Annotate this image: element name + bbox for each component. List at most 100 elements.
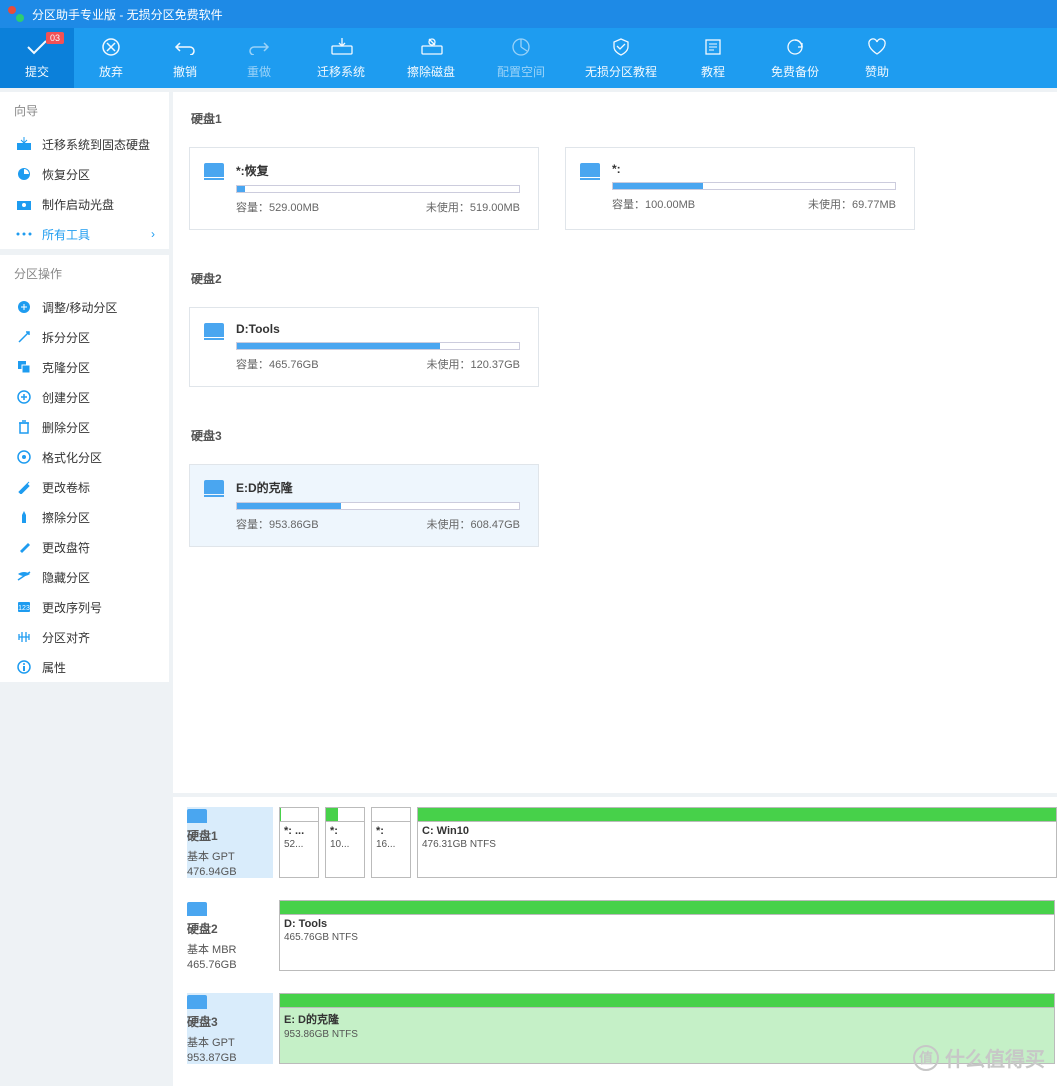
partition-size: 465.76GB NTFS bbox=[280, 930, 1054, 946]
ops-item-icon bbox=[16, 420, 32, 434]
free-label: 未使用：69.77MB bbox=[808, 196, 896, 212]
diskmap-info[interactable]: 硬盘2 基本 MBR 465.76GB bbox=[187, 900, 273, 971]
partition-row: D:Tools 容量：465.76GB未使用：120.37GB bbox=[183, 307, 1057, 387]
diskmap-name: 硬盘2 bbox=[187, 920, 273, 937]
space-button[interactable]: 配置空间 bbox=[476, 28, 566, 88]
tutorial-button[interactable]: 教程 bbox=[676, 28, 750, 88]
ops-item[interactable]: 隐藏分区 bbox=[0, 562, 169, 592]
partition-label: *: bbox=[372, 822, 410, 837]
ops-item-icon bbox=[16, 360, 32, 374]
diskmap-type: 基本 GPT bbox=[187, 1034, 273, 1050]
partition-size: 52... bbox=[280, 837, 318, 853]
diskmap-type: 基本 MBR bbox=[187, 941, 273, 957]
svg-text:123: 123 bbox=[18, 605, 30, 612]
wizard-item[interactable]: 所有工具› bbox=[0, 219, 169, 249]
ops-item-icon bbox=[16, 300, 32, 314]
chevron-right-icon: › bbox=[151, 227, 155, 241]
backup-button[interactable]: 免费备份 bbox=[750, 28, 840, 88]
ops-item-icon bbox=[16, 660, 32, 674]
wizard-item-icon bbox=[16, 197, 32, 211]
ops-item[interactable]: 拆分分区 bbox=[0, 322, 169, 352]
ops-item[interactable]: 克隆分区 bbox=[0, 352, 169, 382]
wizard-item[interactable]: 迁移系统到固态硬盘 bbox=[0, 129, 169, 159]
migrate-button[interactable]: 迁移系统 bbox=[296, 28, 386, 88]
usage-bar bbox=[612, 182, 896, 190]
diskmap-partition[interactable]: *: ... 52... bbox=[279, 807, 319, 878]
app-logo-icon bbox=[8, 6, 24, 22]
partition-card[interactable]: E:D的克隆 容量：953.86GB未使用：608.47GB bbox=[189, 464, 539, 547]
drive-icon bbox=[204, 163, 224, 177]
diskmap-partition[interactable]: *: 16... bbox=[371, 807, 411, 878]
ops-item[interactable]: 删除分区 bbox=[0, 412, 169, 442]
donate-button[interactable]: 赞助 bbox=[840, 28, 914, 88]
ops-item[interactable]: 属性 bbox=[0, 652, 169, 682]
usage-bar bbox=[236, 342, 520, 350]
capacity-label: 容量：465.76GB bbox=[236, 356, 319, 372]
partition-card[interactable]: D:Tools 容量：465.76GB未使用：120.37GB bbox=[189, 307, 539, 387]
undo-icon bbox=[173, 37, 197, 57]
wizard-item-icon bbox=[16, 227, 32, 241]
heart-icon bbox=[865, 37, 889, 57]
wizard-item-label: 迁移系统到固态硬盘 bbox=[42, 136, 150, 153]
ops-item-label: 创建分区 bbox=[42, 389, 90, 406]
usage-bar bbox=[236, 502, 520, 510]
watermark: 值 什么值得买 bbox=[913, 1043, 1045, 1072]
wipe-button[interactable]: 擦除磁盘 bbox=[386, 28, 476, 88]
diskmap-info[interactable]: 硬盘1 基本 GPT 476.94GB bbox=[187, 807, 273, 878]
free-label: 未使用：120.37GB bbox=[426, 356, 520, 372]
diskmap-partition[interactable]: *: 10... bbox=[325, 807, 365, 878]
partition-size: 16... bbox=[372, 837, 410, 853]
diskmap-type: 基本 GPT bbox=[187, 848, 273, 864]
ops-item[interactable]: 创建分区 bbox=[0, 382, 169, 412]
ops-item-label: 删除分区 bbox=[42, 419, 90, 436]
diskmap-info[interactable]: 硬盘3 基本 GPT 953.87GB bbox=[187, 993, 273, 1064]
ops-item-icon bbox=[16, 450, 32, 464]
ops-item[interactable]: 更改卷标 bbox=[0, 472, 169, 502]
ops-item[interactable]: 格式化分区 bbox=[0, 442, 169, 472]
ops-item[interactable]: 更改盘符 bbox=[0, 532, 169, 562]
partition-card[interactable]: *: 容量：100.00MB未使用：69.77MB bbox=[565, 147, 915, 230]
partition-size: 476.31GB NTFS bbox=[418, 837, 1056, 853]
partition-label: E: D的克隆 bbox=[280, 1008, 1054, 1027]
free-label: 未使用：519.00MB bbox=[426, 199, 520, 215]
partition-card[interactable]: *:恢复 容量：529.00MB未使用：519.00MB bbox=[189, 147, 539, 230]
partition-row: *:恢复 容量：529.00MB未使用：519.00MB *: 容量：100.0… bbox=[183, 147, 1057, 230]
ops-item-icon: 123 bbox=[16, 600, 32, 614]
ops-item-label: 更改序列号 bbox=[42, 599, 102, 616]
partition-label: C: Win10 bbox=[418, 822, 1056, 837]
diskmap-partitions: *: ... 52... *: 10... *: 16... C: Win10 … bbox=[279, 807, 1057, 878]
wizard-item-icon bbox=[16, 137, 32, 151]
discard-button[interactable]: 放弃 bbox=[74, 28, 148, 88]
drive-icon bbox=[204, 323, 224, 337]
diskmap-partition[interactable]: C: Win10 476.31GB NTFS bbox=[417, 807, 1057, 878]
ops-item-icon bbox=[16, 630, 32, 644]
ops-item[interactable]: 调整/移动分区 bbox=[0, 292, 169, 322]
diskmap-partitions: D: Tools 465.76GB NTFS bbox=[279, 900, 1057, 971]
course-button[interactable]: 无损分区教程 bbox=[566, 28, 676, 88]
ops-item-icon bbox=[16, 480, 32, 494]
diskmap-row: 硬盘1 基本 GPT 476.94GB *: ... 52... *: 10..… bbox=[187, 807, 1057, 878]
drive-icon bbox=[187, 995, 207, 1009]
refresh-icon bbox=[783, 37, 807, 57]
book-icon bbox=[701, 37, 725, 57]
ops-item-label: 更改卷标 bbox=[42, 479, 90, 496]
commit-button[interactable]: 03 提交 bbox=[0, 28, 74, 88]
capacity-label: 容量：529.00MB bbox=[236, 199, 319, 215]
ops-item-label: 调整/移动分区 bbox=[42, 299, 117, 316]
wizard-item[interactable]: 恢复分区 bbox=[0, 159, 169, 189]
free-label: 未使用：608.47GB bbox=[426, 516, 520, 532]
wizard-item[interactable]: 制作启动光盘 bbox=[0, 189, 169, 219]
redo-button[interactable]: 重做 bbox=[222, 28, 296, 88]
undo-button[interactable]: 撤销 bbox=[148, 28, 222, 88]
ops-item-icon bbox=[16, 540, 32, 554]
ops-item-label: 擦除分区 bbox=[42, 509, 90, 526]
toolbar: 03 提交 放弃 撤销 重做 迁移系统 擦除磁盘 配置空间 无损分区教程 教程 … bbox=[0, 28, 1057, 88]
drive-wipe-icon bbox=[419, 37, 443, 57]
ops-item[interactable]: 擦除分区 bbox=[0, 502, 169, 532]
disk-title: 硬盘1 bbox=[191, 110, 1057, 127]
diskmap-partition[interactable]: D: Tools 465.76GB NTFS bbox=[279, 900, 1055, 971]
ops-item[interactable]: 分区对齐 bbox=[0, 622, 169, 652]
diskmap-size: 476.94GB bbox=[187, 866, 273, 878]
partition-label: D: Tools bbox=[280, 915, 1054, 930]
ops-item[interactable]: 123 更改序列号 bbox=[0, 592, 169, 622]
